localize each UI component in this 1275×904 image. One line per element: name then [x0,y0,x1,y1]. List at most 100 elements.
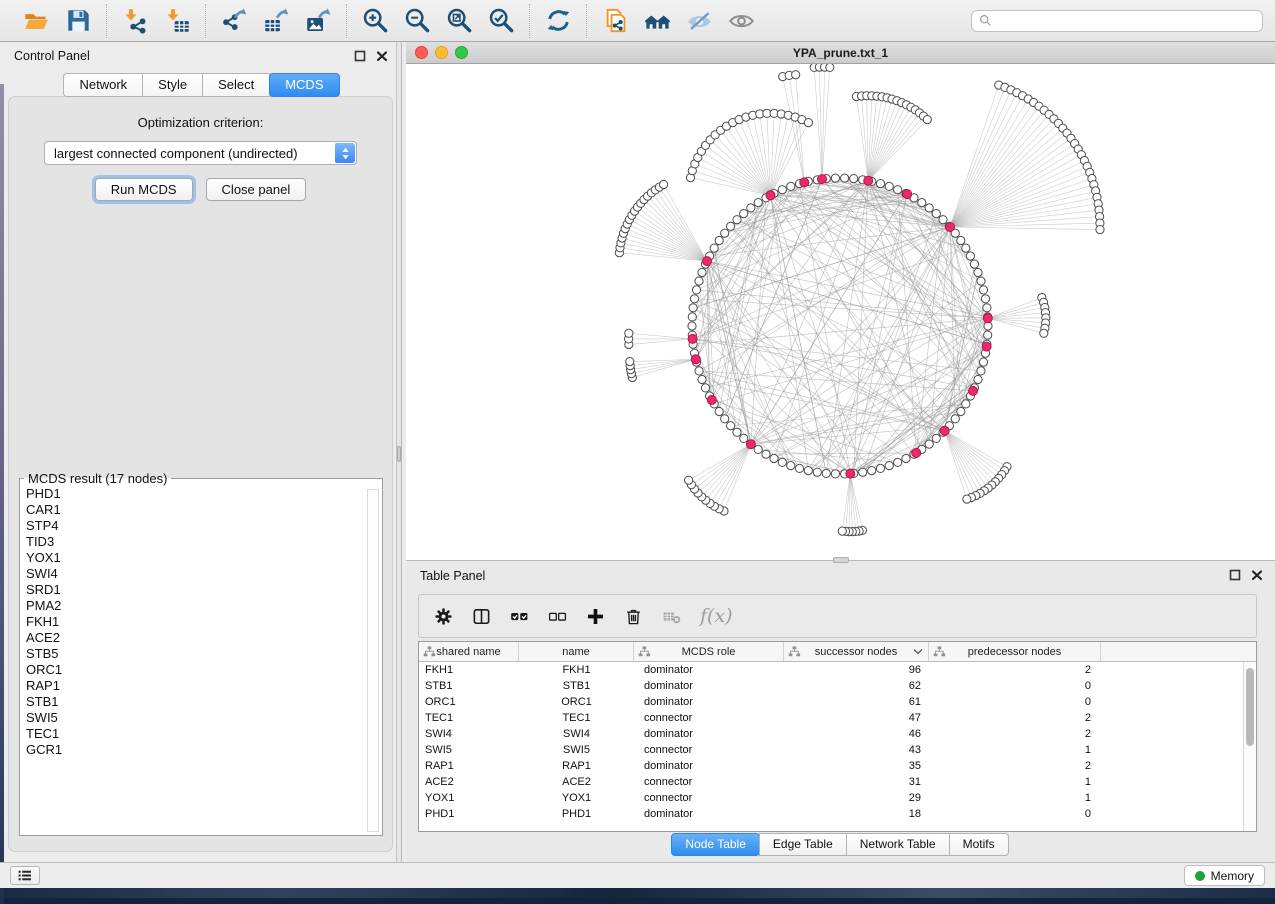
network-node[interactable] [885,462,893,470]
network-node[interactable] [740,210,748,218]
table-row[interactable]: RAP1RAP1dominator352 [419,758,1256,774]
mcds-result-item[interactable]: TEC1 [26,726,360,742]
delete-column-button[interactable] [624,607,643,626]
network-node[interactable] [831,174,839,182]
network-node[interactable] [876,464,884,472]
network-node[interactable] [754,199,762,207]
columns-button[interactable] [472,607,491,626]
network-node[interactable] [826,64,834,72]
mcds-result-item[interactable]: RAP1 [26,678,360,694]
column-header-predecessor-nodes[interactable]: predecessor nodes [929,642,1101,661]
mcds-result-item[interactable]: SWI5 [26,710,360,726]
network-node[interactable] [804,467,812,475]
table-row[interactable]: PHD1PHD1dominator180 [419,806,1256,822]
mcds-node[interactable] [691,355,700,364]
mcds-node[interactable] [800,178,809,187]
network-node[interactable] [939,216,947,224]
network-node[interactable] [701,384,709,392]
network-node[interactable] [957,407,965,415]
table-row[interactable]: STB1STB1dominator620 [419,678,1256,694]
tab-network[interactable]: Network [63,73,143,97]
import-table-button[interactable] [158,5,196,37]
network-node[interactable] [733,216,741,224]
mcds-result-item[interactable]: ORC1 [26,662,360,678]
gear-button[interactable] [434,607,453,626]
mcds-result-item[interactable]: SRD1 [26,582,360,598]
run-mcds-button[interactable]: Run MCDS [95,178,193,201]
column-header-successor-nodes[interactable]: successor nodes [784,642,929,661]
network-node[interactable] [692,286,700,294]
network-node[interactable] [932,434,940,442]
mcds-result-item[interactable]: PMA2 [26,598,360,614]
network-node[interactable] [850,175,858,183]
network-node[interactable] [951,415,959,423]
mcds-result-item[interactable]: GCR1 [26,742,360,758]
network-node[interactable] [868,467,876,475]
mcds-node[interactable] [903,190,912,199]
save-button[interactable] [59,5,97,37]
open-button[interactable] [17,5,55,37]
mcds-node[interactable] [983,314,992,323]
network-node[interactable] [795,464,803,472]
mcds-result-item[interactable]: FKH1 [26,614,360,630]
table-row[interactable]: SWI5SWI5connector431 [419,742,1256,758]
mcds-result-item[interactable]: TID3 [26,534,360,550]
network-node[interactable] [979,286,987,294]
export-table-button[interactable] [257,5,295,37]
network-node[interactable] [894,458,902,466]
zoom-fit-button[interactable] [440,5,478,37]
network-node[interactable] [974,375,982,383]
network-node[interactable] [733,428,741,436]
network-node[interactable] [721,415,729,423]
zoom-in-button[interactable] [356,5,394,37]
mcds-result-item[interactable]: SWI4 [26,566,360,582]
network-node[interactable] [979,358,987,366]
table-scrollbar-thumb[interactable] [1246,668,1254,746]
table-row[interactable]: FKH1FKH1dominator962 [419,662,1256,678]
network-node[interactable] [925,440,933,448]
network-node[interactable] [762,450,770,458]
network-node[interactable] [688,313,696,321]
tab-style[interactable]: Style [142,73,203,97]
network-node[interactable] [962,244,970,252]
network-node[interactable] [813,468,821,476]
refresh-button[interactable] [539,5,577,37]
mcds-node[interactable] [846,469,855,478]
column-header-shared-name[interactable]: shared name [419,642,519,661]
network-node[interactable] [690,295,698,303]
mcds-node[interactable] [707,396,716,405]
tab-node-table[interactable]: Node Table [671,833,760,856]
table-row[interactable]: ORC1ORC1dominator610 [419,694,1256,710]
network-node[interactable] [688,322,696,330]
network-node[interactable] [841,174,849,182]
network-node[interactable] [932,210,940,218]
network-node[interactable] [626,358,634,366]
mcds-result-item[interactable]: STB1 [26,694,360,710]
mcds-node[interactable] [912,448,921,457]
mcds-node[interactable] [703,257,712,266]
table-row[interactable]: ACE2ACE2connector311 [419,774,1256,790]
mcds-node[interactable] [688,334,697,343]
mcds-node[interactable] [864,176,873,185]
network-canvas[interactable] [406,64,1275,560]
close-panel-button[interactable] [1251,569,1264,582]
network-node[interactable] [984,331,992,339]
network-node[interactable] [885,182,893,190]
mcds-result-item[interactable]: ACE2 [26,630,360,646]
export-network-button[interactable] [215,5,253,37]
mcds-node[interactable] [766,191,775,200]
network-node[interactable] [1096,226,1104,234]
hide-selected-button[interactable] [680,5,718,37]
network-node[interactable] [715,407,723,415]
network-node[interactable] [804,119,812,127]
network-node[interactable] [970,260,978,268]
network-node[interactable] [838,527,846,535]
tab-mcds[interactable]: MCDS [269,73,339,97]
table-scrollbar[interactable] [1243,662,1256,831]
mcds-node[interactable] [946,223,955,232]
add-column-button[interactable] [586,607,605,626]
network-node[interactable] [685,476,693,484]
vertical-splitter[interactable] [396,42,402,862]
zoom-out-button[interactable] [398,5,436,37]
show-all-button[interactable] [722,5,760,37]
